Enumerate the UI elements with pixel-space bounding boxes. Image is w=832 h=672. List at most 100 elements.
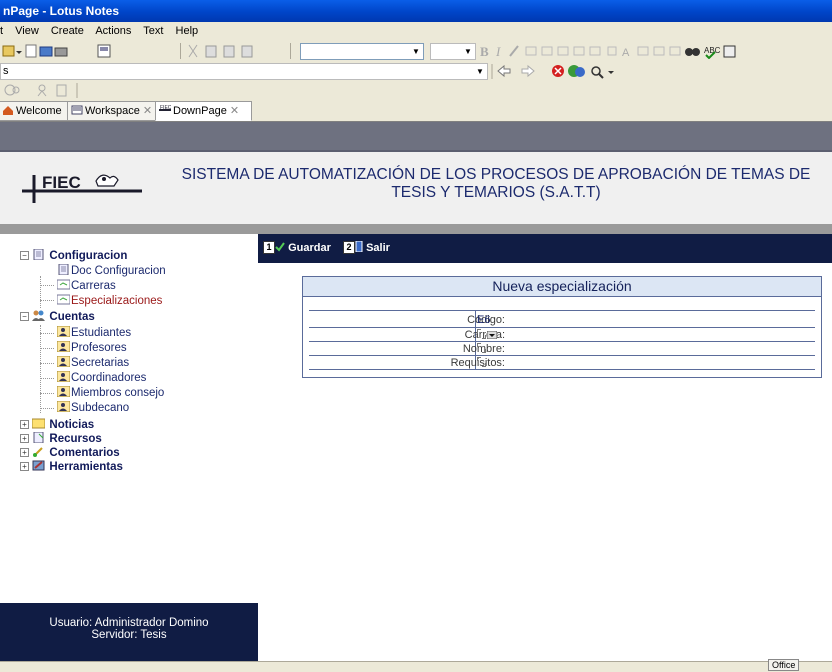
tree-line bbox=[40, 363, 54, 364]
fiec-logo: FIEC bbox=[22, 173, 142, 203]
tree-miembros-consejo-label: Miembros consejo bbox=[71, 387, 165, 399]
tree-carreras-label: Carreras bbox=[71, 280, 116, 292]
user-card-icon bbox=[57, 326, 70, 337]
nombre-label: Nombre: bbox=[462, 343, 505, 355]
tree-comentarios[interactable]: + Comentarios bbox=[20, 446, 120, 460]
salir-label: Salir bbox=[366, 242, 390, 254]
tree-herramientas[interactable]: + Herramientas bbox=[20, 460, 123, 474]
bookmark-toolbar bbox=[0, 81, 832, 100]
menu-help[interactable]: Help bbox=[176, 25, 199, 37]
form-row-requisitos: Requisitos: bbox=[309, 357, 815, 369]
codigo-field[interactable]: E6 bbox=[477, 314, 490, 326]
expand-icon[interactable]: + bbox=[20, 434, 29, 443]
close-icon[interactable]: ✕ bbox=[143, 105, 152, 117]
expand-icon[interactable]: + bbox=[20, 448, 29, 457]
font-style-select[interactable]: ▼ bbox=[300, 43, 424, 60]
chevron-down-icon[interactable]: ▼ bbox=[461, 44, 475, 59]
tree-recursos-label: Recursos bbox=[49, 433, 102, 445]
tree-recursos[interactable]: + Recursos bbox=[20, 432, 102, 446]
font-size-select[interactable]: ▼ bbox=[430, 43, 476, 60]
guardar-button[interactable]: 1 Guardar bbox=[263, 241, 331, 254]
menu-create[interactable]: Create bbox=[51, 25, 84, 37]
menu-bar: t View Create Actions Text Help bbox=[0, 22, 832, 40]
close-icon[interactable]: ✕ bbox=[230, 105, 239, 117]
menu-file-partial[interactable]: t bbox=[0, 25, 3, 37]
form-divider bbox=[309, 327, 815, 328]
nombre-field[interactable] bbox=[477, 343, 487, 356]
tree-coordinadores[interactable]: Coordinadores bbox=[57, 371, 146, 385]
tree-secretarias[interactable]: Secretarias bbox=[57, 356, 129, 370]
form-divider bbox=[309, 369, 815, 370]
tree-noticias[interactable]: + Noticias bbox=[20, 418, 94, 432]
requisitos-field[interactable] bbox=[477, 357, 487, 370]
window-title-bar: nPage - Lotus Notes bbox=[0, 0, 832, 22]
codigo-label: Código: bbox=[467, 314, 505, 326]
window-title: nPage - Lotus Notes bbox=[3, 4, 120, 18]
tree-cuentas[interactable]: − Cuentas bbox=[20, 310, 95, 324]
tree-subdecano[interactable]: Subdecano bbox=[57, 401, 129, 415]
guardar-number: 1 bbox=[263, 241, 275, 254]
toolbar-separator bbox=[180, 43, 181, 59]
address-text: s bbox=[3, 65, 9, 77]
tab-downpage-label: DownPage bbox=[173, 105, 227, 117]
user-info-usuario: Usuario: Administrador Domino bbox=[49, 617, 209, 629]
tree-carreras[interactable]: Carreras bbox=[57, 279, 116, 293]
text-format-icons[interactable]: B I A ABC bbox=[478, 43, 758, 59]
nav-icons[interactable] bbox=[490, 63, 640, 80]
chevron-down-icon[interactable]: ▼ bbox=[409, 44, 423, 59]
expand-icon[interactable]: + bbox=[20, 462, 29, 471]
menu-actions[interactable]: Actions bbox=[95, 25, 131, 37]
collapse-icon[interactable]: − bbox=[20, 251, 29, 260]
tree-doc-configuracion-label: Doc Configuracion bbox=[71, 265, 166, 277]
tree-profesores[interactable]: Profesores bbox=[57, 341, 127, 355]
tree-doc-configuracion[interactable]: Doc Configuracion bbox=[57, 264, 166, 278]
tree-herramientas-label: Herramientas bbox=[49, 461, 123, 473]
tree-line bbox=[40, 285, 54, 286]
field-bracket-icon bbox=[477, 343, 487, 353]
chevron-down-icon[interactable]: ▼ bbox=[473, 64, 487, 79]
tree-line bbox=[40, 276, 41, 308]
news-icon bbox=[32, 418, 46, 429]
carrera-field[interactable] bbox=[477, 329, 498, 342]
header-divider bbox=[0, 224, 832, 234]
open-icon[interactable] bbox=[95, 43, 119, 59]
toolbar-file-icons[interactable] bbox=[2, 43, 72, 59]
tree-estudiantes[interactable]: Estudiantes bbox=[57, 326, 131, 340]
tree-comentarios-label: Comentarios bbox=[49, 447, 120, 459]
tab-downpage[interactable]: FIEC DownPage ✕ bbox=[155, 101, 252, 121]
tab-welcome[interactable]: Welcome bbox=[0, 101, 74, 121]
user-info-panel: Usuario: Administrador Domino Servidor: … bbox=[0, 603, 258, 661]
location-office[interactable]: Office bbox=[768, 659, 800, 671]
tab-workspace[interactable]: Workspace ✕ bbox=[67, 101, 162, 121]
action-bar: 1 Guardar 2 Salir bbox=[258, 234, 832, 263]
home-icon bbox=[3, 106, 13, 115]
menu-view[interactable]: View bbox=[15, 25, 39, 37]
form-divider bbox=[309, 310, 815, 311]
comments-icon bbox=[33, 447, 43, 457]
user-card-icon bbox=[57, 356, 70, 367]
form-row-carrera: Carrera: bbox=[309, 329, 815, 341]
requisitos-label: Requisitos: bbox=[450, 357, 505, 369]
form-divider bbox=[309, 341, 815, 342]
tree-configuracion[interactable]: − Configuracion bbox=[20, 249, 127, 263]
tree-line bbox=[40, 325, 41, 413]
tree-miembros-consejo[interactable]: Miembros consejo bbox=[57, 386, 164, 400]
save-icon bbox=[275, 242, 285, 252]
especializacion-form: Nueva especialización Código: E6 Carrera… bbox=[302, 276, 822, 378]
dropdown-icon[interactable] bbox=[486, 330, 498, 340]
address-field[interactable]: s ▼ bbox=[0, 63, 488, 80]
form-title: Nueva especialización bbox=[303, 277, 821, 297]
clipboard-icons[interactable] bbox=[186, 43, 258, 59]
expand-icon[interactable]: + bbox=[20, 420, 29, 429]
svg-text:I: I bbox=[495, 44, 501, 59]
menu-text[interactable]: Text bbox=[143, 25, 163, 37]
exit-icon bbox=[355, 240, 363, 253]
collapse-icon[interactable]: − bbox=[20, 312, 29, 321]
guardar-label: Guardar bbox=[288, 242, 331, 254]
system-title-line1: SISTEMA DE AUTOMATIZACIÓN DE LOS PROCESO… bbox=[181, 166, 811, 183]
bookmark-icons[interactable] bbox=[2, 83, 92, 98]
address-toolbar: s ▼ bbox=[0, 62, 832, 82]
view-icon bbox=[57, 279, 70, 290]
salir-button[interactable]: 2 Salir bbox=[343, 240, 390, 254]
tree-especializaciones[interactable]: Especializaciones bbox=[57, 294, 162, 308]
